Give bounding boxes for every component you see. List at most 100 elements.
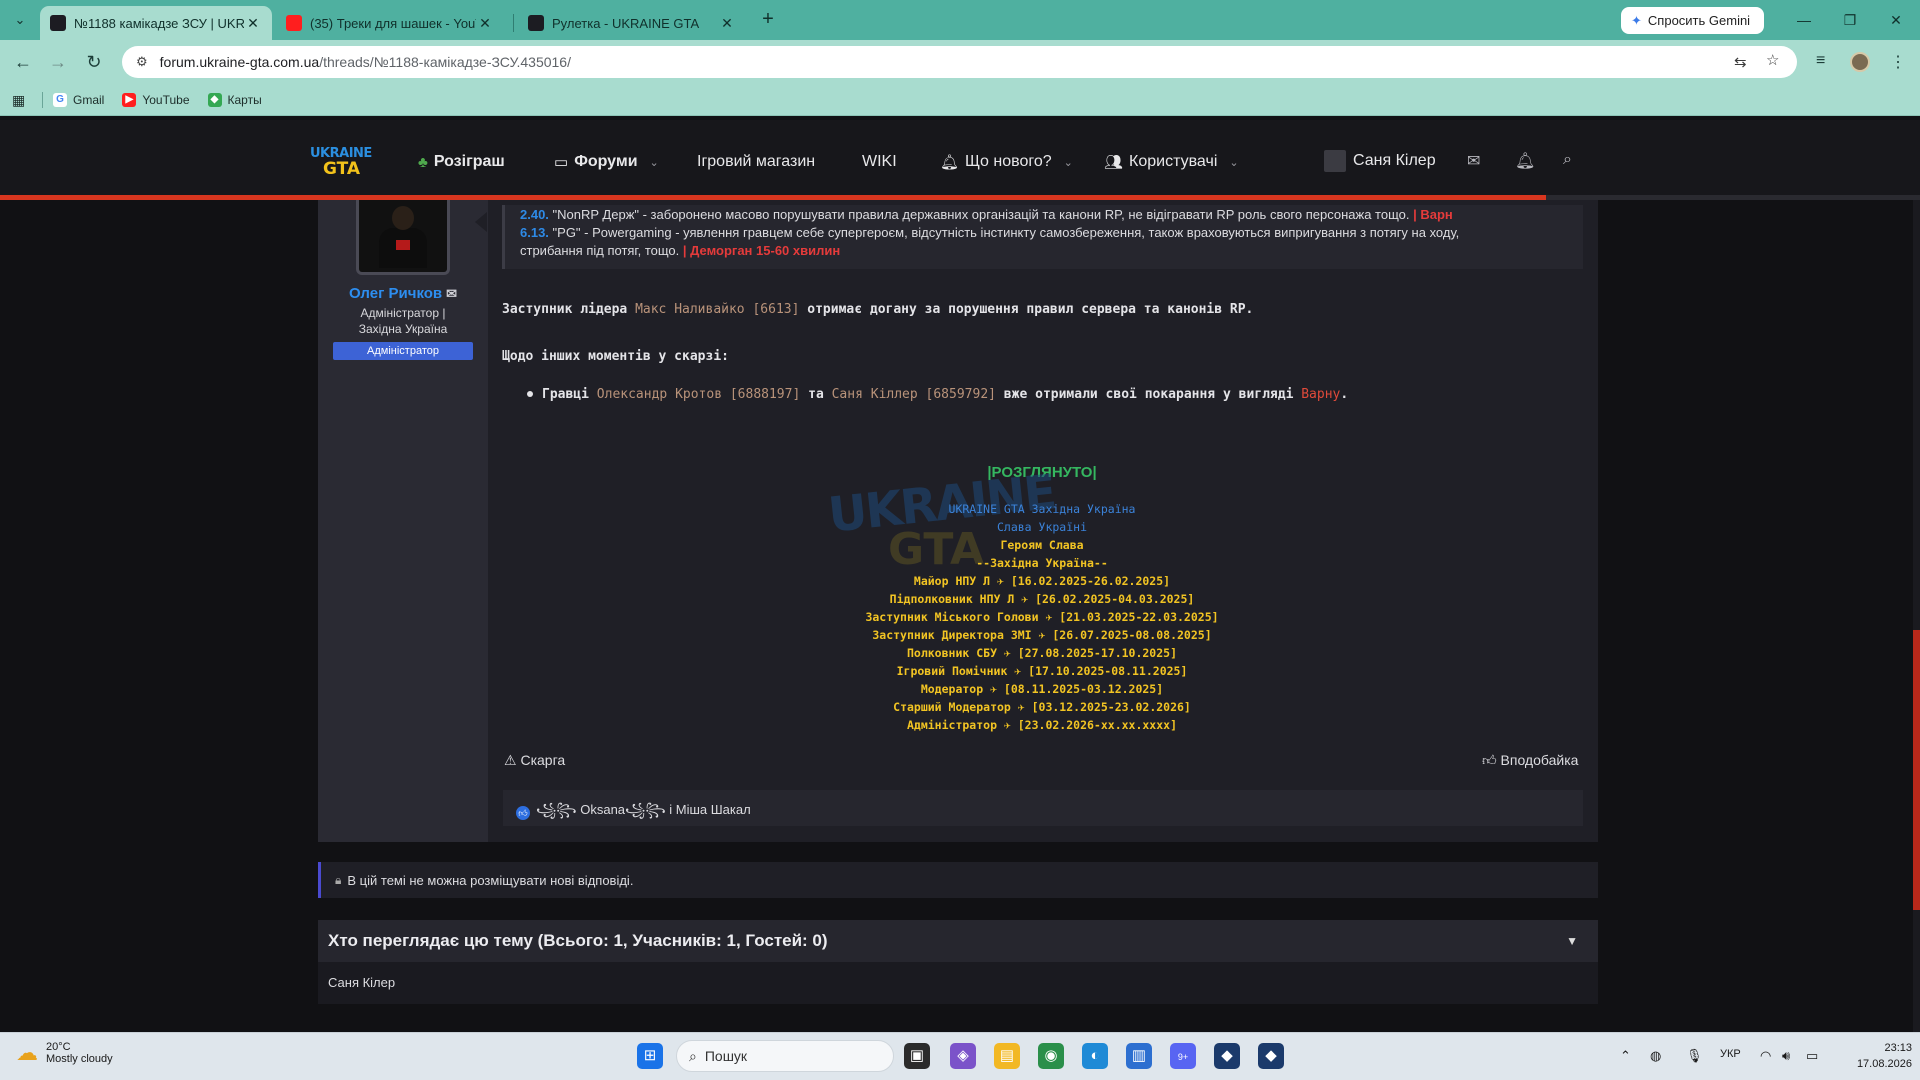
clock-time: 23:13: [1884, 1042, 1912, 1054]
bookmark-star-icon[interactable]: ☆: [1766, 51, 1779, 69]
restore-icon[interactable]: ❐: [1827, 6, 1873, 34]
tab-roulette[interactable]: Рулетка - UKRAINE GTA ✕: [518, 6, 746, 40]
rule-text: "NonRP Держ" - заборонено масово порушув…: [548, 207, 1410, 222]
author-avatar[interactable]: [356, 200, 450, 275]
account-menu[interactable]: Саня Кілер: [1324, 150, 1436, 172]
nav-wiki[interactable]: WIKI: [862, 150, 897, 174]
chat-bubble-icon: ▭: [554, 154, 569, 171]
tray-chevron-up-icon[interactable]: ⌃: [1620, 1048, 1631, 1064]
chevron-down-icon[interactable]: ⌄: [650, 156, 659, 169]
reading-list-icon[interactable]: ≡: [1816, 52, 1825, 70]
tab-title: №1188 камікадзе ЗСУ | UKRAINE GTA: [74, 15, 244, 31]
reactions-list[interactable]: 👍︎ ꧁꧂ Oksana꧁꧂ і Міша Шакал: [516, 799, 751, 826]
more-menu-icon[interactable]: ⋮: [1890, 52, 1906, 72]
viewers-block-header[interactable]: Хто переглядає цю тему (Всього: 1, Учасн…: [318, 920, 1598, 962]
system-clock[interactable]: 23:13 17.08.2026: [1852, 1040, 1912, 1072]
bookmark-maps[interactable]: ◆ Карты: [207, 92, 262, 107]
inbox-envelope-icon[interactable]: ✉: [1467, 151, 1480, 171]
reactions-names[interactable]: ꧁꧂ Oksana꧁꧂ і Міша Шакал: [536, 799, 751, 826]
rule-line: 2.40. "NonRP Держ" - заборонено масово п…: [520, 207, 1453, 222]
site-logo[interactable]: UKRAINE GTA: [310, 146, 372, 180]
report-button[interactable]: ⚠ Скарга: [504, 752, 565, 769]
battery-icon[interactable]: ▭: [1806, 1048, 1818, 1064]
game-launcher-icon[interactable]: ◆: [1258, 1043, 1284, 1069]
site-info-icon[interactable]: ⚙: [136, 54, 148, 70]
close-tab-icon[interactable]: ✕: [718, 15, 736, 32]
bookmark-label: Gmail: [73, 92, 105, 107]
like-button[interactable]: 👍︎ Вподобайка: [1482, 752, 1578, 769]
signature-line: --Західна Україна--: [976, 556, 1108, 570]
weather-widget[interactable]: ☁ 20°C Mostly cloudy: [16, 1040, 113, 1066]
nav-forums[interactable]: ▭ Форуми ⌄: [554, 150, 659, 174]
close-tab-icon[interactable]: ✕: [244, 15, 262, 32]
viewers-title: Хто переглядає цю тему (Всього: 1, Учасн…: [328, 931, 828, 950]
input-language[interactable]: УКР: [1720, 1048, 1741, 1060]
bookmark-gmail[interactable]: G Gmail: [53, 92, 105, 107]
ask-gemini-button[interactable]: ✦ Спросить Gemini: [1621, 7, 1764, 34]
chevron-down-icon[interactable]: ⌄: [1229, 156, 1238, 169]
network-globe-icon[interactable]: ◍: [1650, 1048, 1661, 1064]
verdict-text: отримає догану за порушення правил серве…: [799, 302, 1254, 317]
rule-penalty: | Варн: [1409, 207, 1453, 222]
url-path: /threads/№1188-камікадзе-ЗСУ.435016/: [319, 54, 571, 70]
scrollbar-thumb[interactable]: [1913, 630, 1920, 910]
game-launcher-icon[interactable]: ◆: [1214, 1043, 1240, 1069]
new-tab-icon[interactable]: +: [756, 8, 780, 32]
collapse-toggle-icon[interactable]: ▼: [1566, 934, 1578, 948]
file-explorer-icon[interactable]: ▤: [994, 1043, 1020, 1069]
player-name: Олександр Кротов [6888197]: [596, 387, 801, 402]
volume-icon[interactable]: 🔊︎: [1782, 1048, 1790, 1064]
signature-career-line: Заступник Міського Голови ✈ [21.03.2025-…: [865, 610, 1219, 624]
chrome-icon[interactable]: ◉: [1038, 1043, 1064, 1069]
task-view-icon[interactable]: ▣: [904, 1043, 930, 1069]
author-name[interactable]: Олег Ричков ✉: [318, 285, 488, 302]
maps-icon: ◆: [207, 92, 222, 107]
tab-youtube[interactable]: (35) Треки для шашек - YouTube ✕: [276, 6, 504, 40]
apps-grid-icon[interactable]: ▦: [12, 92, 28, 108]
tab-thread[interactable]: №1188 камікадзе ЗСУ | UKRAINE GTA ✕: [40, 6, 272, 40]
url-bar[interactable]: ⚙ forum.ukraine-gta.com.ua/threads/№1188…: [122, 46, 1797, 78]
author-title-line: Адміністратор |: [360, 306, 446, 320]
minimize-icon[interactable]: —: [1781, 6, 1827, 34]
taskbar-search[interactable]: ⌕ Пошук: [676, 1040, 894, 1072]
close-window-icon[interactable]: ✕: [1873, 6, 1919, 34]
nav-whats-new[interactable]: 🔔︎ Що нового? ⌄: [940, 150, 1073, 174]
windows-start-icon[interactable]: ⊞: [637, 1043, 663, 1069]
verdict-text: Заступник лідера: [502, 302, 636, 317]
bullet-text: .: [1340, 387, 1349, 402]
bookmark-divider: [42, 91, 43, 108]
tab-search-chevron-icon[interactable]: ⌄: [8, 8, 32, 32]
penalty-text: Варну: [1301, 387, 1341, 402]
bookmark-youtube[interactable]: ▶ YouTube: [122, 92, 190, 107]
forward-arrow-icon[interactable]: →: [46, 50, 70, 74]
wifi-icon[interactable]: ◠: [1760, 1048, 1771, 1064]
chevron-down-icon[interactable]: ⌄: [1064, 156, 1073, 169]
rule-text: стрибання під потяг, тощо.: [520, 243, 680, 258]
microphone-icon[interactable]: 🎙︎: [1686, 1048, 1703, 1064]
translate-icon[interactable]: ⇆: [1734, 53, 1747, 71]
weather-condition: Mostly cloudy: [46, 1053, 113, 1065]
gemini-sparkle-icon: ✦: [1631, 12, 1642, 28]
logo-text-bottom: GTA: [323, 159, 361, 179]
author-name-text: Олег Ричков: [348, 285, 443, 302]
viewer-name[interactable]: Саня Кілер: [328, 975, 395, 990]
nav-users[interactable]: 👥︎ Користувачі ⌄: [1104, 150, 1239, 174]
nav-giveaway[interactable]: ♣ Розіграш: [418, 150, 505, 174]
signature-career-line: Підполковник НПУ Л ✈ [26.02.2025-04.03.2…: [889, 592, 1195, 606]
microsoft-store-icon[interactable]: ▥: [1126, 1043, 1152, 1069]
search-icon[interactable]: ⌕: [1563, 151, 1572, 169]
ukraine-gta-favicon-icon: [528, 15, 544, 31]
nav-shop[interactable]: Ігровий магазин: [697, 150, 815, 174]
profile-avatar[interactable]: [1850, 52, 1870, 72]
edge-icon[interactable]: ◐: [1082, 1043, 1108, 1069]
nav-label: Що нового?: [965, 153, 1052, 170]
message-envelope-icon[interactable]: ✉: [446, 286, 457, 301]
signature-career-line: Майор НПУ Л ✈ [16.02.2025-26.02.2025]: [913, 574, 1171, 588]
microsoft-365-icon[interactable]: ◈: [950, 1043, 976, 1069]
discord-icon[interactable]: 9+: [1170, 1043, 1196, 1069]
back-arrow-icon[interactable]: ←: [11, 50, 35, 74]
alerts-bell-icon[interactable]: 🔔︎: [1515, 151, 1535, 171]
reload-icon[interactable]: ↻: [82, 50, 106, 74]
signature-career-line: Модератор ✈ [08.11.2025-03.12.2025]: [920, 682, 1164, 696]
close-tab-icon[interactable]: ✕: [476, 15, 494, 32]
